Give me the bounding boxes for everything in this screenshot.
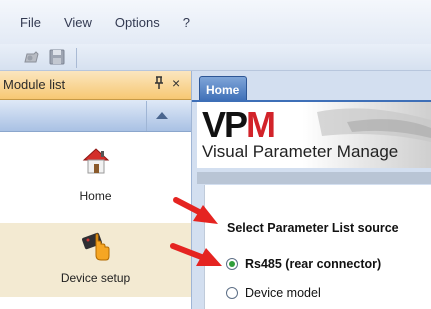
- option-rs485[interactable]: Rs485 (rear connector): [226, 257, 381, 271]
- device-model-radio[interactable]: [226, 287, 238, 299]
- module-list-header: Module list ×: [0, 71, 191, 100]
- pin-icon[interactable]: [153, 76, 165, 93]
- toolbar-separator: [76, 48, 77, 68]
- main-area: Home VPM Visual Parameter Manage Select …: [192, 71, 431, 309]
- vpm-logo-vp: VP: [202, 104, 248, 145]
- vpm-logo-m: M: [246, 104, 276, 145]
- module-list-panel: Module list × Home Device setup: [0, 71, 192, 309]
- banner-subtitle: Visual Parameter Manage: [202, 142, 399, 161]
- open-icon[interactable]: [22, 48, 40, 66]
- module-home-label: Home: [79, 189, 112, 203]
- rs485-label: Rs485 (rear connector): [245, 257, 382, 271]
- content-header-bar: [197, 172, 431, 184]
- close-icon[interactable]: ×: [172, 75, 180, 91]
- vpm-banner: VPM Visual Parameter Manage: [197, 102, 431, 168]
- tab-home-label: Home: [206, 83, 240, 97]
- toolbar: [0, 44, 431, 71]
- module-home[interactable]: Home: [0, 133, 191, 223]
- vpm-logo: VPM: [202, 104, 276, 146]
- parameter-source-title: Select Parameter List source: [227, 221, 399, 235]
- menu-view[interactable]: View: [64, 15, 92, 30]
- device-setup-icon: [80, 231, 112, 263]
- option-device-model[interactable]: Device model: [226, 286, 321, 300]
- save-icon[interactable]: [48, 48, 66, 66]
- module-list-title: Module list: [3, 77, 66, 92]
- device-model-label: Device model: [245, 286, 321, 300]
- tab-home[interactable]: Home: [199, 76, 247, 101]
- menu-options[interactable]: Options: [115, 15, 160, 30]
- menu-help[interactable]: ?: [183, 15, 190, 30]
- menu-file[interactable]: File: [20, 15, 41, 30]
- module-device-setup[interactable]: Device setup: [0, 223, 191, 297]
- rs485-radio[interactable]: [226, 258, 238, 270]
- scroll-up-button[interactable]: [146, 101, 177, 131]
- parameter-source-panel: Select Parameter List source Rs485 (rear…: [204, 185, 431, 309]
- home-icon: [80, 145, 112, 177]
- module-device-setup-label: Device setup: [60, 271, 131, 285]
- menu: File View Options ?: [0, 0, 204, 44]
- menu-bar: File View Options ?: [0, 0, 431, 44]
